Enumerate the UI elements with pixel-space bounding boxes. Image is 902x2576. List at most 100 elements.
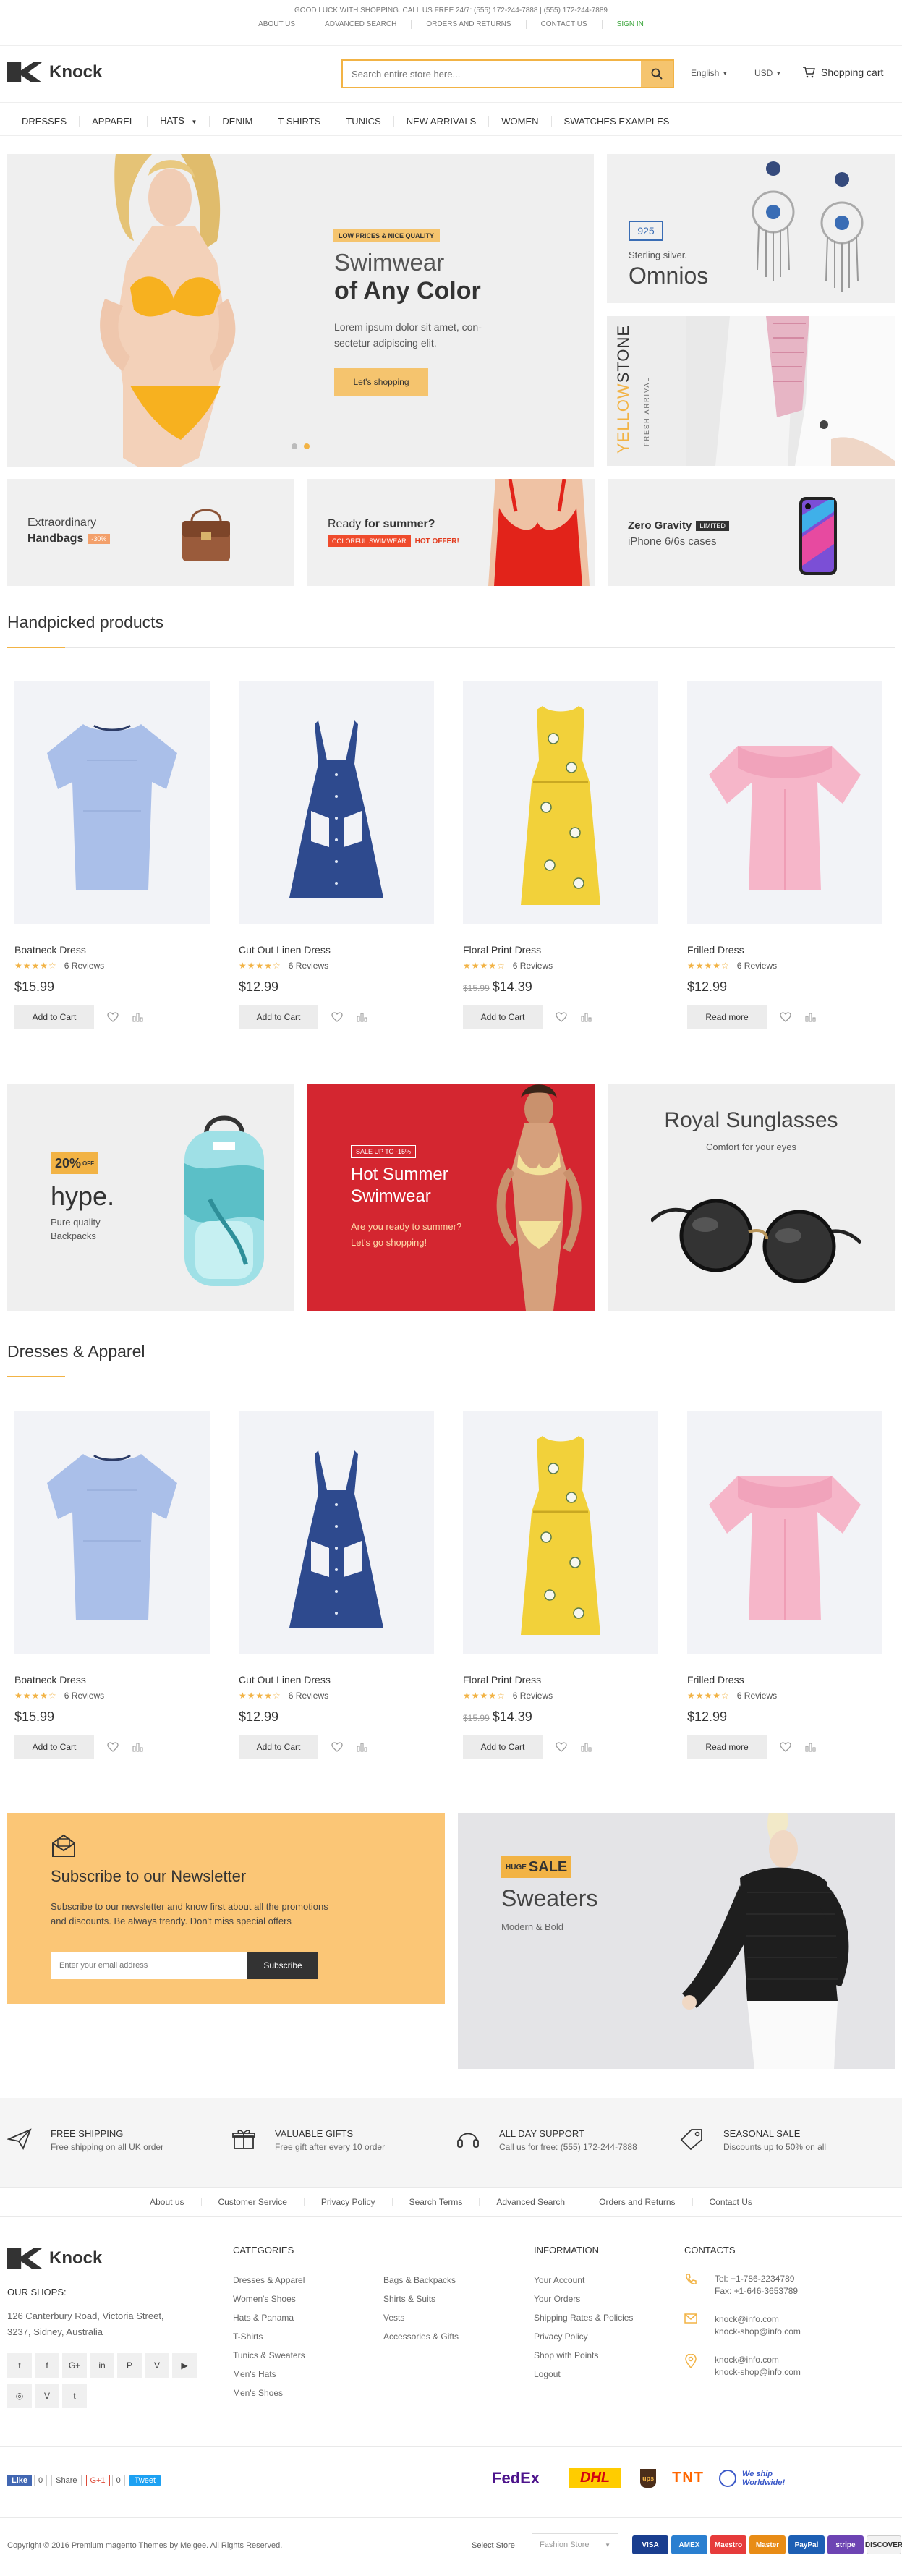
footer-category-link[interactable]: Women's Shoes (233, 2290, 305, 2308)
top-link-signin[interactable]: SIGN IN (601, 20, 658, 29)
add-to-cart-button[interactable]: Add to Cart (239, 1735, 318, 1759)
product-image-frame[interactable] (687, 1411, 882, 1654)
wishlist-heart-icon[interactable] (556, 1011, 567, 1023)
search-input[interactable] (343, 61, 639, 87)
product-card[interactable]: Floral Print Dress ★★★★☆ 6 Reviews $15.99 $1… (463, 681, 658, 1029)
footer-category-link[interactable]: Shirts & Suits (383, 2290, 459, 2308)
nav-item-apparel[interactable]: APPAREL (79, 116, 147, 127)
instagram-icon[interactable]: ◎ (7, 2384, 32, 2408)
footer-category-link[interactable]: Men's Shoes (233, 2384, 305, 2402)
product-name[interactable]: Cut Out Linen Dress (239, 1674, 434, 1686)
hero-cta-button[interactable]: Let's shopping (334, 368, 428, 396)
compare-icon[interactable] (356, 1011, 367, 1023)
nav-item-tshirts[interactable]: T-SHIRTS (265, 116, 333, 127)
footer-category-link[interactable]: Tunics & Sweaters (233, 2346, 305, 2365)
slider-dot-2[interactable] (304, 443, 310, 449)
review-count[interactable]: 6 Reviews (513, 961, 553, 971)
footer-link-orders[interactable]: Orders and Returns (582, 2198, 692, 2206)
product-card[interactable]: Floral Print Dress ★★★★☆ 6 Reviews $15.99 $1… (463, 1411, 658, 1759)
facebook-like-button[interactable]: Like (7, 2475, 33, 2486)
product-image-frame[interactable] (239, 681, 434, 924)
share-button[interactable]: Share (51, 2475, 82, 2486)
compare-icon[interactable] (804, 1011, 816, 1023)
wishlist-heart-icon[interactable] (556, 1741, 567, 1753)
footer-category-link[interactable]: Accessories & Gifts (383, 2327, 459, 2346)
facebook-icon[interactable]: f (35, 2353, 59, 2378)
footer-info-link[interactable]: Your Orders (534, 2290, 633, 2308)
hero-slider[interactable]: LOW PRICES & NICE QUALITY Swimwear of An… (7, 154, 594, 467)
wishlist-heart-icon[interactable] (107, 1741, 119, 1753)
compare-icon[interactable] (580, 1741, 592, 1753)
wishlist-heart-icon[interactable] (780, 1741, 791, 1753)
footer-category-link[interactable]: Men's Hats (233, 2365, 305, 2384)
pinterest-icon[interactable]: P (117, 2353, 142, 2378)
footer-category-link[interactable]: Hats & Panama (233, 2308, 305, 2327)
footer-link-customer-service[interactable]: Customer Service (200, 2198, 304, 2206)
review-count[interactable]: 6 Reviews (64, 1691, 104, 1701)
footer-info-link[interactable]: Shipping Rates & Policies (534, 2308, 633, 2327)
footer-category-link[interactable]: T-Shirts (233, 2327, 305, 2346)
footer-link-contact[interactable]: Contact Us (692, 2198, 769, 2206)
footer-link-privacy[interactable]: Privacy Policy (303, 2198, 392, 2206)
slider-dot-1[interactable] (292, 443, 297, 449)
product-card[interactable]: Boatneck Dress ★★★★☆ 6 Reviews $15.99 Add to… (14, 1411, 210, 1759)
compare-icon[interactable] (356, 1741, 367, 1753)
product-name[interactable]: Boatneck Dress (14, 1674, 210, 1686)
add-to-cart-button[interactable]: Add to Cart (14, 1735, 94, 1759)
product-image-frame[interactable] (687, 681, 882, 924)
language-switcher[interactable]: English ▼ (691, 68, 728, 78)
add-to-cart-button[interactable]: Add to Cart (14, 1005, 94, 1029)
add-to-cart-button[interactable]: Add to Cart (463, 1005, 543, 1029)
add-to-cart-button[interactable]: Add to Cart (463, 1735, 543, 1759)
product-image-frame[interactable] (14, 681, 210, 924)
footer-link-advanced-search[interactable]: Advanced Search (479, 2198, 582, 2206)
vimeo-icon[interactable]: V (145, 2353, 169, 2378)
footer-link-search-terms[interactable]: Search Terms (391, 2198, 480, 2206)
youtube-icon[interactable]: ▶ (172, 2353, 197, 2378)
add-to-cart-button[interactable]: Add to Cart (239, 1005, 318, 1029)
top-link-orders[interactable]: ORDERS AND RETURNS (411, 20, 525, 29)
footer-link-about[interactable]: About us (133, 2198, 200, 2206)
tumblr-icon[interactable]: t (62, 2384, 87, 2408)
linkedin-icon[interactable]: in (90, 2353, 114, 2378)
wishlist-heart-icon[interactable] (107, 1011, 119, 1023)
nav-item-new-arrivals[interactable]: NEW ARRIVALS (393, 116, 489, 127)
top-link-about[interactable]: ABOUT US (244, 20, 310, 29)
search-button[interactable] (641, 61, 673, 87)
compare-icon[interactable] (580, 1011, 592, 1023)
product-card[interactable]: Cut Out Linen Dress ★★★★☆ 6 Reviews $12.99 A… (239, 681, 434, 1029)
newsletter-email-input[interactable] (51, 1952, 247, 1979)
google-plus-icon[interactable]: G+ (62, 2353, 87, 2378)
add-to-cart-button[interactable]: Read more (687, 1005, 767, 1029)
product-name[interactable]: Frilled Dress (687, 944, 882, 956)
handbags-promo[interactable]: Extraordinary Handbags -30% (7, 479, 294, 586)
footer-info-link[interactable]: Logout (534, 2365, 633, 2384)
footer-category-link[interactable]: Dresses & Apparel (233, 2271, 305, 2290)
footer-logo[interactable]: Knock (7, 2248, 102, 2269)
top-link-advanced-search[interactable]: ADVANCED SEARCH (310, 20, 411, 29)
compare-icon[interactable] (132, 1741, 143, 1753)
summer-promo[interactable]: Ready for summer? COLORFUL SWIMWEAR HOT … (307, 479, 595, 586)
footer-category-link[interactable]: Bags & Backpacks (383, 2271, 459, 2290)
product-card[interactable]: Frilled Dress ★★★★☆ 6 Reviews $12.99 Read mo… (687, 1411, 882, 1759)
wishlist-heart-icon[interactable] (780, 1011, 791, 1023)
footer-info-link[interactable]: Your Account (534, 2271, 633, 2290)
product-card[interactable]: Boatneck Dress ★★★★☆ 6 Reviews $15.99 Add to… (14, 681, 210, 1029)
contact-mail-1[interactable]: knock@info.com (715, 2313, 801, 2326)
compare-icon[interactable] (804, 1741, 816, 1753)
wishlist-heart-icon[interactable] (331, 1011, 343, 1023)
store-select[interactable]: Fashion Store ▼ (532, 2533, 618, 2556)
nav-item-hats[interactable]: HATS ▼ (147, 115, 209, 127)
product-card[interactable]: Cut Out Linen Dress ★★★★☆ 6 Reviews $12.99 A… (239, 1411, 434, 1759)
tweet-button[interactable]: Tweet (129, 2475, 161, 2486)
sunglasses-banner[interactable]: Royal Sunglasses Comfort for your eyes (608, 1084, 895, 1311)
nav-item-denim[interactable]: DENIM (209, 116, 265, 127)
review-count[interactable]: 6 Reviews (64, 961, 104, 971)
review-count[interactable]: 6 Reviews (289, 961, 328, 971)
footer-info-link[interactable]: Shop with Points (534, 2346, 633, 2365)
gravity-promo[interactable]: Zero Gravity LIMITED iPhone 6/6s cases (608, 479, 895, 586)
contact-skype-2[interactable]: knock-shop@info.com (715, 2366, 801, 2379)
product-name[interactable]: Floral Print Dress (463, 944, 658, 956)
omnios-banner[interactable]: 925 Sterling silver. Omnios (607, 154, 895, 303)
product-name[interactable]: Boatneck Dress (14, 944, 210, 956)
